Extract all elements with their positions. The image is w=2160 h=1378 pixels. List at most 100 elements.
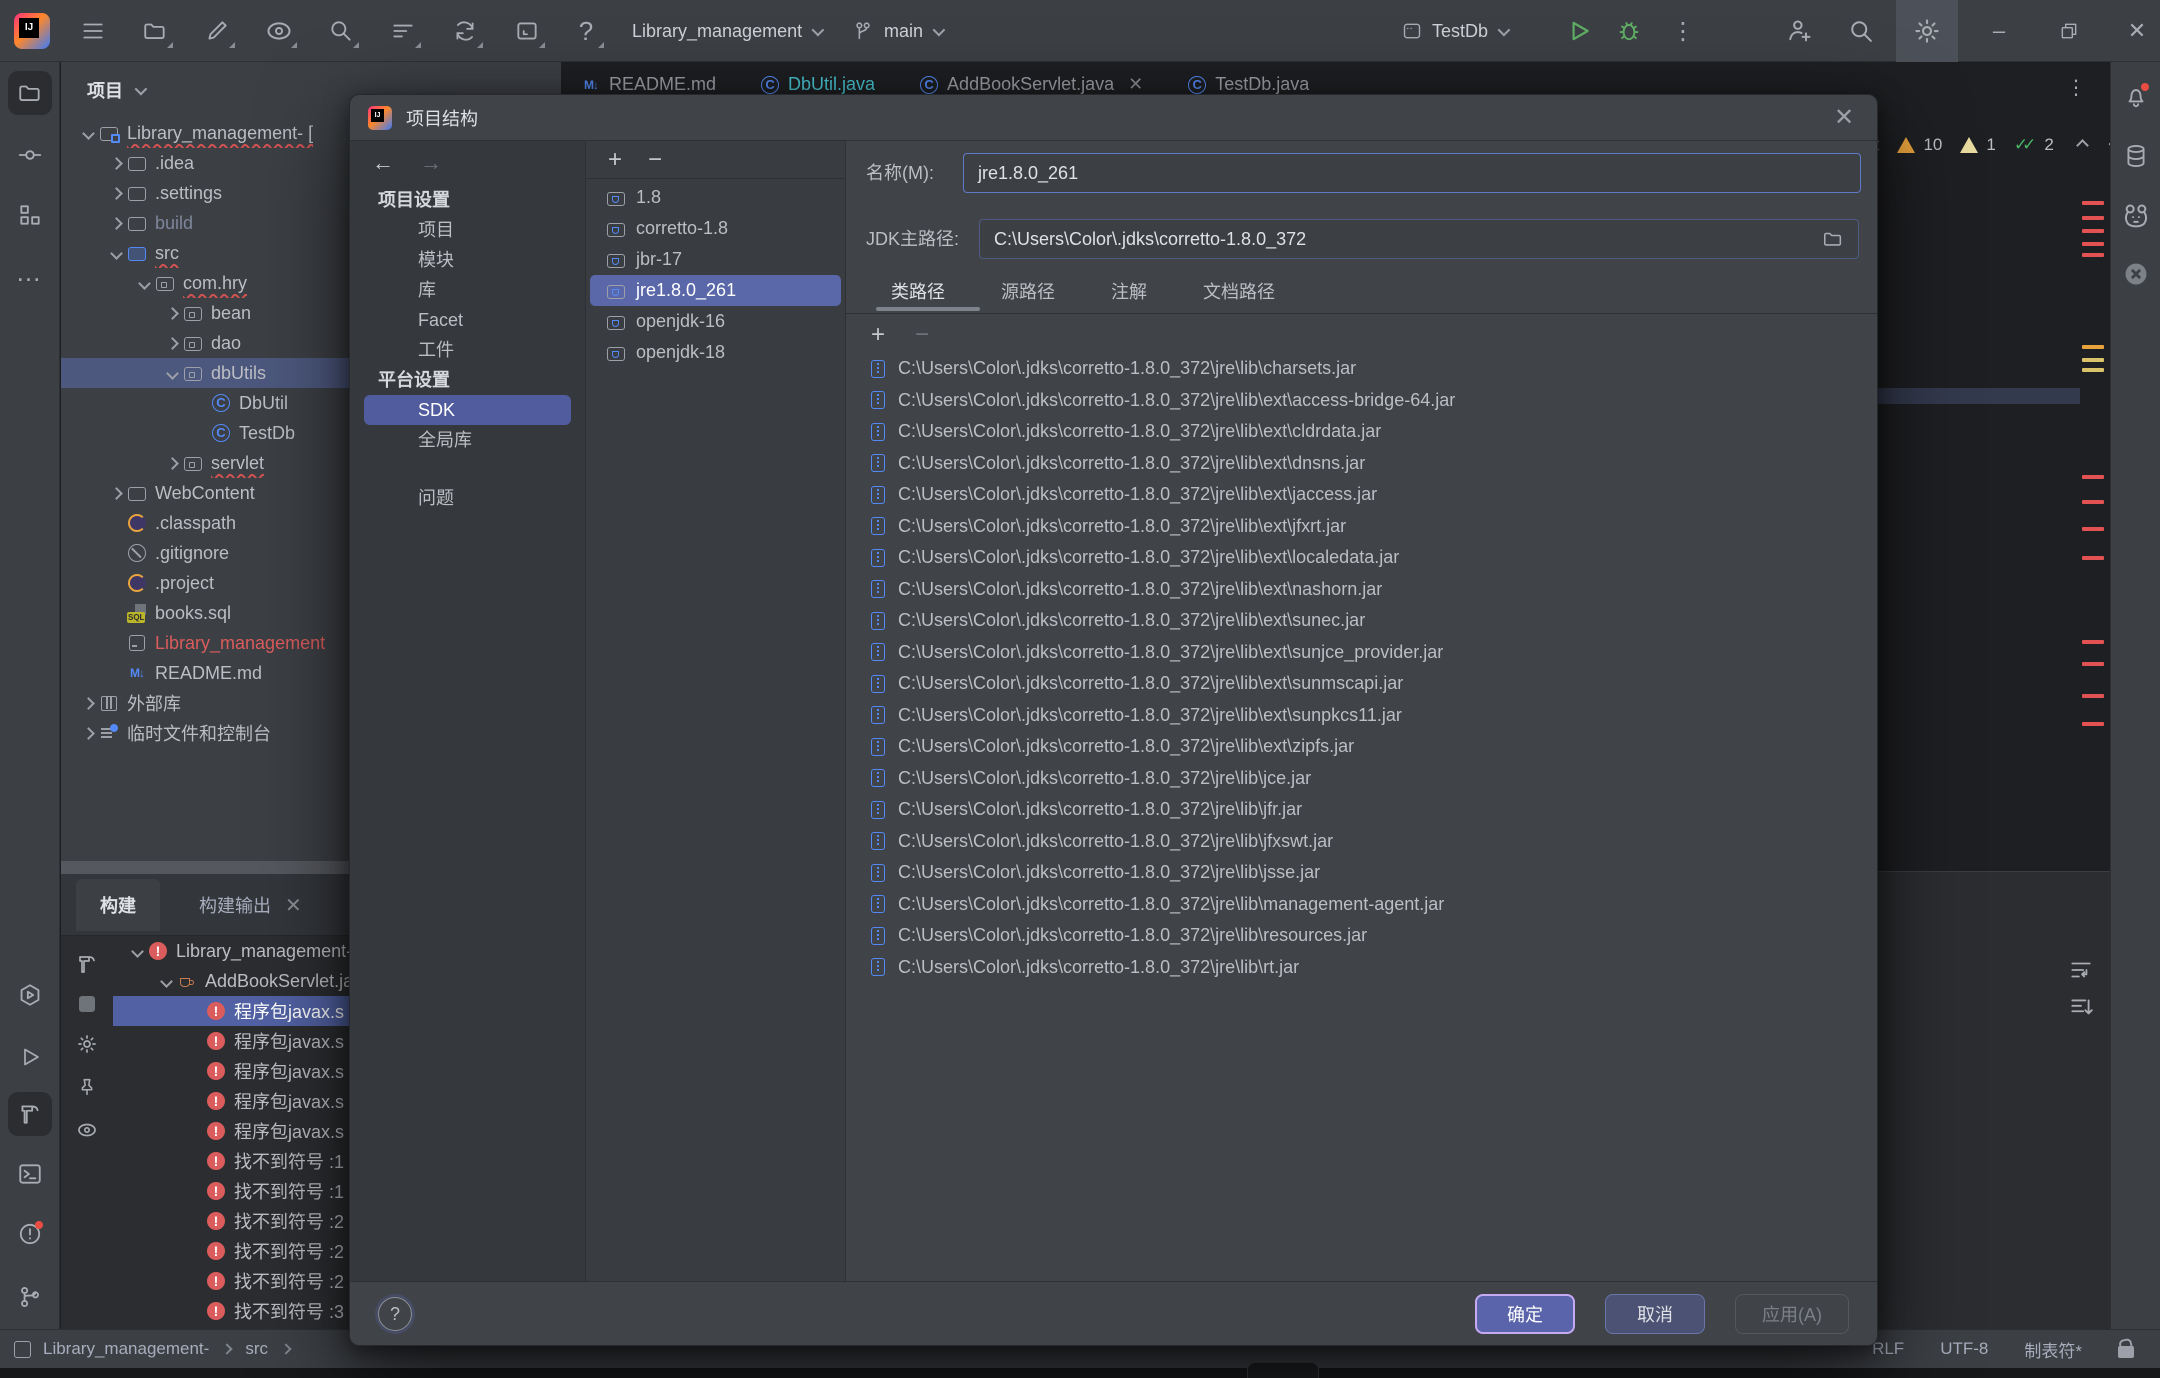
scroll-to-end-icon[interactable] <box>2068 995 2094 1021</box>
jar-list-item[interactable]: C:\Users\Color\.jdks\corretto-1.8.0_372\… <box>846 416 1865 448</box>
jar-list-item[interactable]: C:\Users\Color\.jdks\corretto-1.8.0_372\… <box>846 920 1865 952</box>
dialog-nav-item[interactable]: 库 <box>350 275 585 305</box>
pin-tab-icon[interactable] <box>76 1076 98 1098</box>
jar-list-item[interactable]: C:\Users\Color\.jdks\corretto-1.8.0_372\… <box>846 763 1865 795</box>
git-toolwindow-button[interactable] <box>8 1275 52 1319</box>
error-stripe-mark[interactable] <box>2082 640 2104 644</box>
jar-list-item[interactable]: C:\Users\Color\.jdks\corretto-1.8.0_372\… <box>846 479 1865 511</box>
expand-arrow-icon[interactable] <box>184 1026 206 1056</box>
readonly-lock-icon[interactable] <box>2118 1346 2134 1358</box>
edit-icon[interactable] <box>196 11 238 51</box>
jar-list-item[interactable]: C:\Users\Color\.jdks\corretto-1.8.0_372\… <box>846 448 1865 480</box>
navigate-lines-icon[interactable] <box>382 11 424 51</box>
jar-list-item[interactable]: C:\Users\Color\.jdks\corretto-1.8.0_372\… <box>846 794 1865 826</box>
apply-button[interactable]: 应用(A) <box>1735 1294 1849 1334</box>
error-stripe-mark[interactable] <box>2082 216 2104 220</box>
build-toolwindow-button[interactable] <box>8 1092 52 1136</box>
expand-arrow-icon[interactable] <box>77 118 99 148</box>
add-sdk-icon[interactable]: + <box>608 146 622 174</box>
classpath-tab[interactable]: 注解 <box>1111 278 1147 304</box>
error-stripe-mark[interactable] <box>2082 500 2104 504</box>
error-stripe-mark[interactable] <box>2082 229 2104 233</box>
expand-arrow-icon[interactable] <box>105 238 127 268</box>
window-restore-button[interactable] <box>2048 11 2090 51</box>
window-minimize-button[interactable]: – <box>1978 11 2020 51</box>
run-toolwindow-button[interactable] <box>8 1035 52 1079</box>
expand-arrow-icon[interactable] <box>77 688 99 718</box>
error-stripe-mark[interactable] <box>2082 475 2104 479</box>
database-toolwindow-button[interactable] <box>2114 134 2158 178</box>
expand-arrow-icon[interactable] <box>161 448 183 478</box>
error-stripe-mark[interactable] <box>2082 358 2104 362</box>
settings-gear-icon[interactable] <box>1906 11 1948 51</box>
sdk-list-item[interactable]: jre1.8.0_261 <box>590 275 841 306</box>
search-everywhere-icon[interactable] <box>1840 11 1882 51</box>
error-stripe-mark[interactable] <box>2082 345 2104 349</box>
run-config-selector[interactable]: TestDb <box>1402 0 1507 62</box>
dialog-nav-item[interactable]: 模块 <box>350 245 585 275</box>
dialog-nav-item[interactable]: 问题 <box>350 483 585 513</box>
structure-toolwindow-button[interactable] <box>8 193 52 237</box>
sdk-name-input[interactable]: jre1.8.0_261 <box>963 153 1861 193</box>
jdk-home-input[interactable]: C:\Users\Color\.jdks\corretto-1.8.0_372 <box>979 219 1859 259</box>
expand-arrow-icon[interactable] <box>105 148 127 178</box>
x-plugin-toolwindow-button[interactable] <box>2114 252 2158 296</box>
expand-arrow-icon[interactable] <box>105 628 127 658</box>
error-stripe-mark[interactable] <box>2082 242 2104 246</box>
jar-list-item[interactable]: C:\Users\Color\.jdks\corretto-1.8.0_372\… <box>846 952 1865 984</box>
editor-tab[interactable]: AddBookServlet.java ✕ <box>919 74 1143 95</box>
jar-list-item[interactable]: C:\Users\Color\.jdks\corretto-1.8.0_372\… <box>846 542 1865 574</box>
dialog-title-bar[interactable]: IJ 项目结构 ✕ <box>350 95 1877 141</box>
debug-button[interactable] <box>1608 11 1650 51</box>
classpath-tab[interactable]: 源路径 <box>1001 278 1055 304</box>
error-stripe-mark[interactable] <box>2082 527 2104 531</box>
run-button[interactable] <box>1558 11 1600 51</box>
expand-arrow-icon[interactable] <box>105 538 127 568</box>
window-mode-icon[interactable] <box>506 11 548 51</box>
classpath-tab[interactable]: 文档路径 <box>1203 278 1275 304</box>
breadcrumb-src[interactable]: src <box>245 1339 268 1359</box>
jar-list-item[interactable]: C:\Users\Color\.jdks\corretto-1.8.0_372\… <box>846 353 1865 385</box>
build-panel-title[interactable]: 构建 <box>76 879 160 931</box>
expand-arrow-icon[interactable] <box>105 508 127 538</box>
back-arrow-icon[interactable]: ← <box>372 150 394 176</box>
build-output-tab[interactable]: 构建输出 ✕ <box>181 874 320 936</box>
browse-folder-icon[interactable] <box>1822 228 1844 250</box>
expand-arrow-icon[interactable] <box>184 1236 206 1266</box>
sdk-list-item[interactable]: jbr-17 <box>590 244 841 275</box>
expand-arrow-icon[interactable] <box>184 1086 206 1116</box>
problems-toolwindow-button[interactable] <box>8 1212 52 1256</box>
indent-widget[interactable]: 制表符* <box>2024 1337 2082 1362</box>
close-tab-icon[interactable]: ✕ <box>1128 74 1143 95</box>
refresh-icon[interactable] <box>444 11 486 51</box>
jar-list-item[interactable]: C:\Users\Color\.jdks\corretto-1.8.0_372\… <box>846 511 1865 543</box>
window-close-button[interactable]: ✕ <box>2116 11 2158 51</box>
expand-arrow-icon[interactable] <box>126 936 148 966</box>
expand-arrow-icon[interactable] <box>105 568 127 598</box>
preview-eye-icon[interactable] <box>75 1118 99 1142</box>
jar-list-item[interactable]: C:\Users\Color\.jdks\corretto-1.8.0_372\… <box>846 605 1865 637</box>
dialog-nav-item[interactable]: 平台设置 <box>350 365 585 395</box>
add-jar-icon[interactable]: + <box>871 321 885 349</box>
expand-arrow-icon[interactable] <box>184 1206 206 1236</box>
jar-list-item[interactable]: C:\Users\Color\.jdks\corretto-1.8.0_372\… <box>846 700 1865 732</box>
view-eye-icon[interactable] <box>258 11 300 51</box>
error-stripe-mark[interactable] <box>2082 368 2104 372</box>
jar-list-item[interactable]: C:\Users\Color\.jdks\corretto-1.8.0_372\… <box>846 385 1865 417</box>
error-stripe-mark[interactable] <box>2082 556 2104 560</box>
commit-toolwindow-button[interactable] <box>8 133 52 177</box>
error-stripe-mark[interactable] <box>2082 253 2104 257</box>
project-widget-folder-icon[interactable] <box>134 11 176 51</box>
services-toolwindow-button[interactable] <box>8 973 52 1017</box>
ai-assistant-toolwindow-button[interactable] <box>2114 194 2158 238</box>
expand-arrow-icon[interactable] <box>189 418 211 448</box>
expand-arrow-icon[interactable] <box>161 328 183 358</box>
expand-arrow-icon[interactable] <box>184 1296 206 1326</box>
expand-arrow-icon[interactable] <box>184 1056 206 1086</box>
expand-arrow-icon[interactable] <box>155 966 177 996</box>
error-stripe-mark[interactable] <box>2082 694 2104 698</box>
expand-arrow-icon[interactable] <box>184 1116 206 1146</box>
dialog-nav-item[interactable]: 项目设置 <box>350 185 585 215</box>
notifications-bell-icon[interactable] <box>2114 74 2158 118</box>
more-actions-icon[interactable]: ⋮ <box>1662 11 1704 51</box>
